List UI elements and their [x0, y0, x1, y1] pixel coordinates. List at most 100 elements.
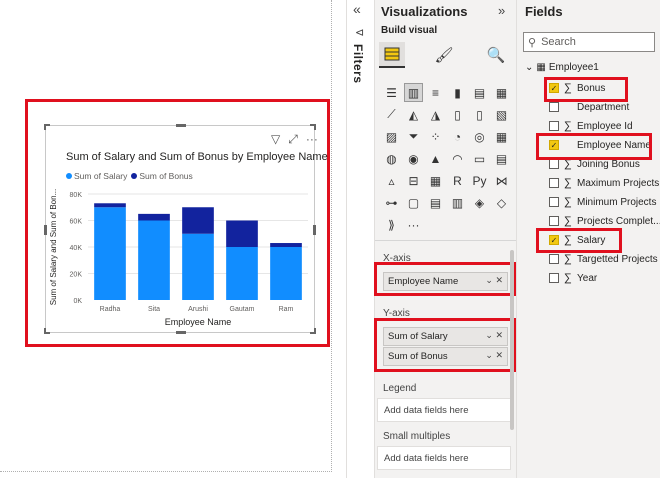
field-item[interactable]: ∑ Minimum Projects	[549, 194, 656, 210]
table-icon[interactable]: ▦	[426, 171, 445, 190]
metrics-icon[interactable]: ◈	[470, 193, 489, 212]
slicer-icon[interactable]: ⊟	[404, 171, 423, 190]
filters-label[interactable]: Filters	[351, 44, 365, 84]
chart-plot: 0K 20K 40K 60K 80K Radha Sita Arushi Gautam Ram Em…	[49, 189, 308, 327]
field-checkbox[interactable]	[549, 254, 559, 264]
build-visual-label: Build visual	[381, 25, 438, 36]
r-visual-icon[interactable]: R	[448, 171, 467, 190]
x-tick-label: Radha	[100, 306, 121, 313]
chevron-down-icon[interactable]: ⌄	[525, 62, 533, 73]
filled-map-icon[interactable]: ◉	[404, 149, 423, 168]
search-icon: ⚲	[528, 36, 537, 49]
field-item[interactable]: ∑ Maximum Projects	[549, 175, 659, 191]
power-apps-icon[interactable]: ◇	[492, 193, 511, 212]
ribbon-chart-icon[interactable]: ▧	[492, 105, 511, 124]
expand-filters-icon[interactable]: «	[353, 1, 361, 17]
sigma-icon: ∑	[564, 215, 572, 227]
more-visuals-icon[interactable]: ···	[404, 215, 423, 234]
line-column-chart-icon[interactable]: ▯	[448, 105, 467, 124]
funnel-chart-icon[interactable]: ⏷	[404, 127, 423, 146]
field-checkbox[interactable]	[549, 159, 559, 169]
kpi-icon[interactable]: ▵	[382, 171, 401, 190]
clustered-column-chart-icon[interactable]: ▮	[448, 83, 467, 102]
bar-sum-of-bonus[interactable]	[270, 243, 302, 247]
map-icon[interactable]: ◍	[382, 149, 401, 168]
analytics-tab[interactable]: 🔍	[483, 42, 509, 68]
y-tick-label: 80K	[70, 192, 83, 199]
small-multiples-drop-zone[interactable]: Add data fields here	[377, 446, 511, 470]
scatter-chart-icon[interactable]: ⁘	[426, 127, 445, 146]
y-axis-title: Sum of Salary and Sum of Bon...	[49, 189, 58, 306]
x-tick-label: Ram	[279, 306, 294, 313]
azure-map-icon[interactable]: ▲	[426, 149, 445, 168]
power-automate-icon[interactable]: ⟫	[382, 215, 401, 234]
card-icon[interactable]: ▭	[470, 149, 489, 168]
waterfall-chart-icon[interactable]: ▨	[382, 127, 401, 146]
field-name: Projects Complet...	[577, 215, 660, 227]
bar-sum-of-bonus[interactable]	[226, 220, 258, 248]
x-tick-label: Sita	[148, 306, 160, 313]
field-checkbox[interactable]	[549, 273, 559, 283]
donut-chart-icon[interactable]: ◎	[470, 127, 489, 146]
paginated-report-icon[interactable]: ▥	[448, 193, 467, 212]
visualizations-scrollbar[interactable]	[510, 250, 514, 430]
x-tick-label: Arushi	[188, 306, 208, 313]
field-item[interactable]: ∑ Targetted Projects	[549, 251, 658, 267]
bar-sum-of-salary[interactable]	[138, 220, 170, 301]
qa-visual-icon[interactable]: ▢	[404, 193, 423, 212]
treemap-icon[interactable]: ▦	[492, 127, 511, 146]
bar-sum-of-bonus[interactable]	[182, 207, 214, 234]
bar-sum-of-bonus[interactable]	[94, 203, 126, 208]
decomposition-tree-icon[interactable]: ⊶	[382, 193, 401, 212]
sigma-icon: ∑	[564, 196, 572, 208]
magnifier-chart-icon: 🔍	[486, 47, 506, 64]
x-tick-label: Gautam	[230, 306, 255, 313]
smart-narrative-icon[interactable]: ▤	[426, 193, 445, 212]
field-name: Department	[577, 101, 630, 113]
table-node-employee1[interactable]: ⌄ ▦ Employee1	[525, 62, 599, 73]
build-visual-tab[interactable]	[379, 42, 405, 68]
multi-row-card-icon[interactable]: ▤	[492, 149, 511, 168]
field-checkbox[interactable]	[549, 216, 559, 226]
100-stacked-bar-chart-icon[interactable]: ▤	[470, 83, 489, 102]
field-name: Minimum Projects	[577, 196, 657, 208]
stacked-column-chart-visual[interactable]: ▽ ⤢ ··· Sum of Salary and Sum of Bonus b…	[44, 124, 328, 334]
stacked-bar-chart-icon[interactable]: ☰	[382, 83, 401, 102]
bar-sum-of-salary[interactable]	[226, 247, 258, 300]
field-item[interactable]: ∑ Projects Complet...	[549, 213, 660, 229]
pie-chart-icon[interactable]: ◔	[448, 127, 467, 146]
section-divider	[375, 240, 517, 241]
stacked-column-chart-icon[interactable]: ▥	[404, 83, 423, 102]
field-checkbox[interactable]	[549, 121, 559, 131]
field-item[interactable]: ∑ Year	[549, 270, 597, 286]
field-checkbox[interactable]	[549, 178, 559, 188]
bar-sum-of-salary[interactable]	[270, 247, 302, 300]
x-axis-highlight-box	[374, 262, 516, 296]
field-checkbox[interactable]	[549, 102, 559, 112]
field-item[interactable]: ∑ Employee Id	[549, 118, 633, 134]
small-multiples-label: Small multiples	[383, 431, 451, 442]
field-checkbox[interactable]	[549, 197, 559, 207]
filters-pane-collapsed[interactable]: « ⊲ Filters	[347, 0, 374, 478]
area-chart-icon[interactable]: ◭	[404, 105, 423, 124]
line-chart-icon[interactable]: ⟋	[382, 105, 401, 124]
gauge-icon[interactable]: ◠	[448, 149, 467, 168]
bar-sum-of-bonus[interactable]	[138, 213, 170, 221]
line-stacked-column-chart-icon[interactable]: ▯	[470, 105, 489, 124]
bar-sum-of-salary[interactable]	[182, 233, 214, 300]
collapse-visualizations-icon[interactable]: »	[498, 3, 505, 18]
format-visual-tab[interactable]: 🖌	[431, 42, 457, 68]
field-name: Employee Id	[577, 120, 633, 132]
pane-mode-switcher: 🖌 🔍	[379, 42, 509, 68]
key-influencers-icon[interactable]: ⋈	[492, 171, 511, 190]
python-visual-icon[interactable]: Py	[470, 171, 489, 190]
search-placeholder: Search	[541, 36, 576, 48]
field-name: Targetted Projects	[577, 253, 658, 265]
bar-sum-of-salary[interactable]	[94, 207, 126, 300]
y-axis-highlight-box	[374, 318, 516, 372]
100-stacked-column-chart-icon[interactable]: ▦	[492, 83, 511, 102]
stacked-area-chart-icon[interactable]: ◮	[426, 105, 445, 124]
fields-search-input[interactable]: ⚲ Search	[523, 32, 655, 52]
clustered-bar-chart-icon[interactable]: ≡	[426, 83, 445, 102]
legend-drop-zone[interactable]: Add data fields here	[377, 398, 511, 422]
